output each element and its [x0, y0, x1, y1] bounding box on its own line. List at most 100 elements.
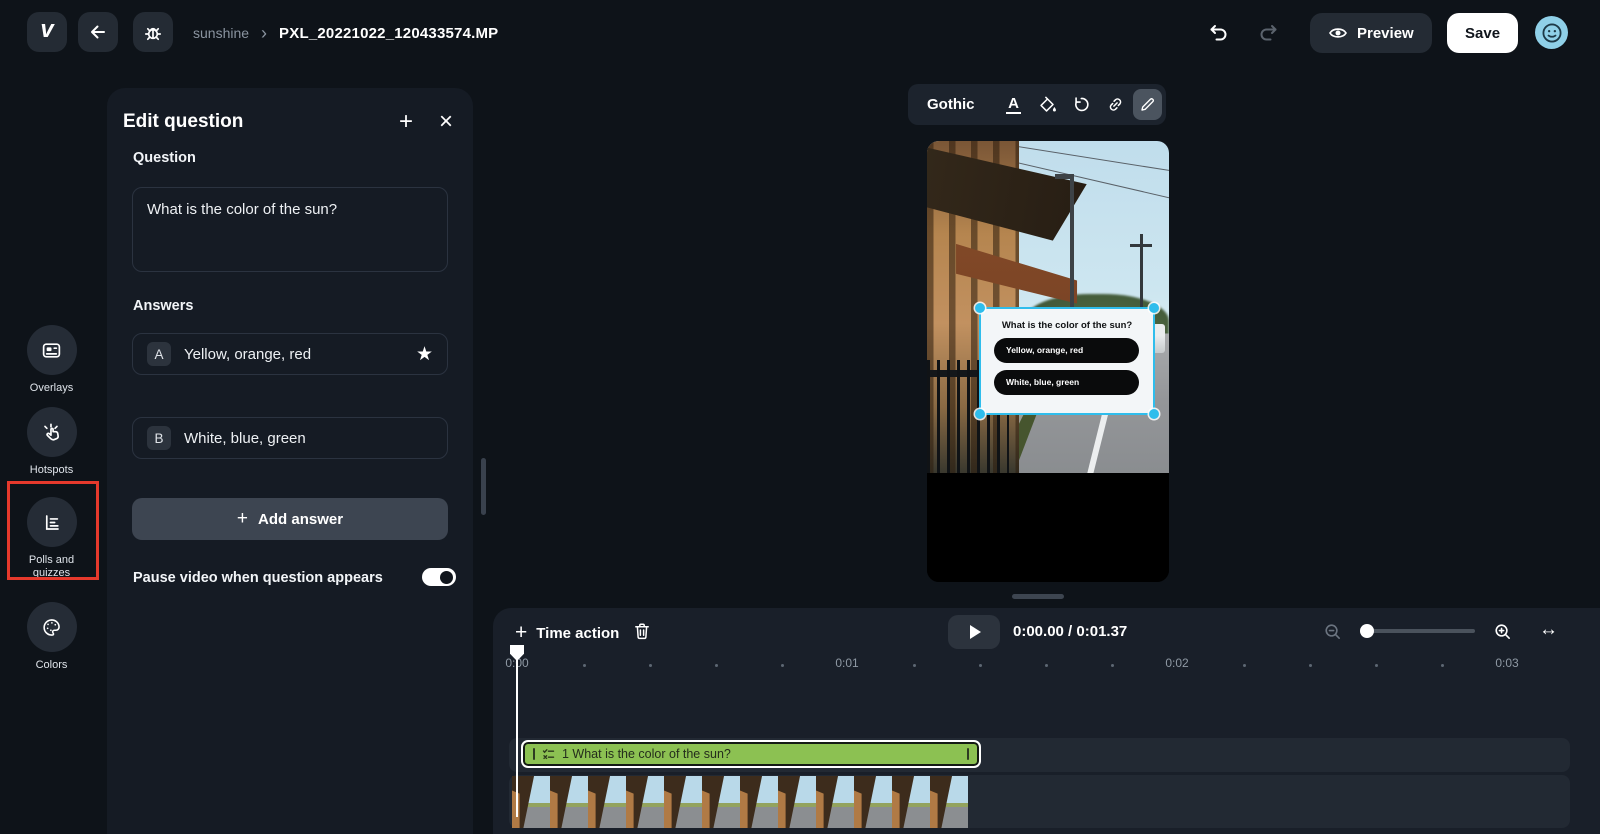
topbar: v sunshine › PXL_20221022_120433574.MP P… — [0, 0, 1600, 66]
answer-text-b[interactable]: White, blue, green — [184, 430, 433, 447]
polls-quizzes-highlight-box — [7, 481, 99, 580]
paint-bucket-icon — [1038, 95, 1057, 114]
filmstrip-thumbnail — [930, 776, 968, 828]
answer-letter-b: B — [147, 426, 171, 450]
fit-width-button[interactable]: ↔ — [1539, 619, 1558, 641]
ruler-tick-dot — [649, 664, 652, 667]
ruler-tick-dot — [1309, 664, 1312, 667]
play-button[interactable] — [948, 615, 1000, 649]
event-trim-handle-right[interactable] — [967, 748, 969, 760]
fill-color-button[interactable] — [1031, 89, 1065, 120]
ruler-tick-dot — [1441, 664, 1444, 667]
quiz-event-bar[interactable]: 1 What is the color of the sun? — [521, 740, 981, 768]
timeline-zoom-knob[interactable] — [1360, 624, 1374, 638]
ruler-label-2: 0:02 — [1165, 656, 1188, 670]
hotspots-icon — [41, 422, 62, 443]
add-time-action-button[interactable]: + Time action — [515, 621, 619, 645]
answer-text-a[interactable]: Yellow, orange, red — [184, 346, 403, 363]
filmstrip[interactable] — [512, 776, 968, 828]
resize-handle-top-right[interactable] — [1149, 303, 1159, 313]
pause-toggle-label: Pause video when question appears — [133, 570, 383, 586]
filmstrip-thumbnail — [778, 776, 816, 828]
undo-button[interactable] — [1207, 21, 1231, 45]
arrow-left-icon — [88, 22, 108, 42]
event-trim-handle-left[interactable] — [533, 748, 535, 760]
correct-answer-star-icon[interactable]: ★ — [416, 343, 433, 366]
total-duration: 0:01.37 — [1076, 623, 1127, 640]
undo-icon — [1207, 21, 1231, 45]
redo-button[interactable] — [1256, 21, 1280, 45]
back-button[interactable] — [78, 12, 118, 52]
close-panel-button[interactable]: × — [439, 110, 453, 134]
filmstrip-thumbnail — [588, 776, 626, 828]
add-answer-button[interactable]: + Add answer — [132, 498, 448, 540]
trash-icon — [632, 621, 652, 642]
quiz-event-label: 1 What is the color of the sun? — [562, 747, 960, 761]
font-selector[interactable]: Gothic — [927, 96, 975, 113]
link-button[interactable] — [1099, 89, 1133, 120]
eye-icon — [1328, 23, 1348, 43]
add-time-action-label: Time action — [536, 625, 619, 642]
overlay-option-1[interactable]: Yellow, orange, red — [994, 338, 1139, 363]
answer-row-a[interactable]: A Yellow, orange, red ★ — [132, 333, 448, 375]
filmstrip-thumbnail — [550, 776, 588, 828]
toggle-knob — [440, 571, 453, 584]
app-window: v sunshine › PXL_20221022_120433574.MP P… — [0, 0, 1600, 834]
ruler-tick-dot — [1243, 664, 1246, 667]
ruler-tick-dot — [979, 664, 982, 667]
panel-title: Edit question — [123, 111, 243, 133]
delete-action-button[interactable] — [632, 621, 652, 642]
breadcrumb-file-name: PXL_20221022_120433574.MP — [279, 25, 498, 42]
ruler-tick-dot — [1111, 664, 1114, 667]
filmstrip-thumbnail — [664, 776, 702, 828]
panel-scrollbar[interactable] — [481, 458, 486, 515]
sidebar-item-overlays[interactable]: Overlays — [0, 325, 103, 395]
question-input[interactable]: What is the color of the sun? — [132, 187, 448, 272]
ruler-tick-dot — [1375, 664, 1378, 667]
timeline-panel: + Time action 0:00.00 / 0:01.37 ↔ 0:00 0… — [493, 608, 1600, 834]
question-overlay-card[interactable]: What is the color of the sun? Yellow, or… — [979, 307, 1155, 415]
redo-icon — [1256, 21, 1280, 45]
save-button-label: Save — [1465, 25, 1500, 42]
play-icon — [970, 625, 981, 639]
debug-button[interactable] — [133, 12, 173, 52]
ruler-tick-dot — [583, 664, 586, 667]
sidebar-item-colors[interactable]: Colors — [0, 602, 103, 672]
avatar[interactable] — [1535, 16, 1568, 49]
answer-letter-a: A — [147, 342, 171, 366]
add-question-button[interactable]: + — [399, 110, 413, 134]
zoom-in-button[interactable] — [1493, 622, 1512, 641]
colors-palette-icon — [41, 617, 62, 638]
text-color-button[interactable]: A — [997, 89, 1031, 120]
time-separator: / — [1064, 623, 1077, 640]
vimeo-logo-icon: v — [40, 18, 53, 46]
smiley-icon — [1539, 20, 1565, 46]
ruler-tick-dot — [913, 664, 916, 667]
resize-handle-bottom-right[interactable] — [1149, 409, 1159, 419]
ruler-label-1: 0:01 — [835, 656, 858, 670]
filmstrip-thumbnail — [626, 776, 664, 828]
resize-handle-bottom-left[interactable] — [975, 409, 985, 419]
breadcrumb-project-link[interactable]: sunshine — [193, 25, 249, 41]
save-button[interactable]: Save — [1447, 13, 1518, 53]
ruler-label-3: 0:03 — [1495, 656, 1518, 670]
quiz-icon — [542, 748, 555, 761]
overlay-option-2[interactable]: White, blue, green — [994, 370, 1139, 395]
filmstrip-thumbnail — [854, 776, 892, 828]
preview-button[interactable]: Preview — [1310, 13, 1432, 53]
sidebar-item-hotspots[interactable]: Hotspots — [0, 407, 103, 477]
format-toolbar: Gothic A — [908, 84, 1166, 125]
resize-handle-top-left[interactable] — [975, 303, 985, 313]
reset-rotate-button[interactable] — [1065, 89, 1099, 120]
preview-resize-handle[interactable] — [1012, 594, 1064, 599]
zoom-out-button[interactable] — [1323, 622, 1342, 641]
answer-row-b[interactable]: B White, blue, green — [132, 417, 448, 459]
pause-toggle[interactable] — [422, 568, 456, 586]
plus-icon: + — [237, 508, 248, 530]
timeline-zoom-slider[interactable] — [1360, 629, 1475, 633]
edit-question-panel: Edit question + × Question What is the c… — [107, 88, 473, 834]
rotate-ccw-icon — [1072, 95, 1091, 114]
vimeo-logo-button[interactable]: v — [27, 12, 67, 52]
edit-text-button[interactable] — [1133, 89, 1163, 120]
question-label: Question — [133, 150, 196, 166]
